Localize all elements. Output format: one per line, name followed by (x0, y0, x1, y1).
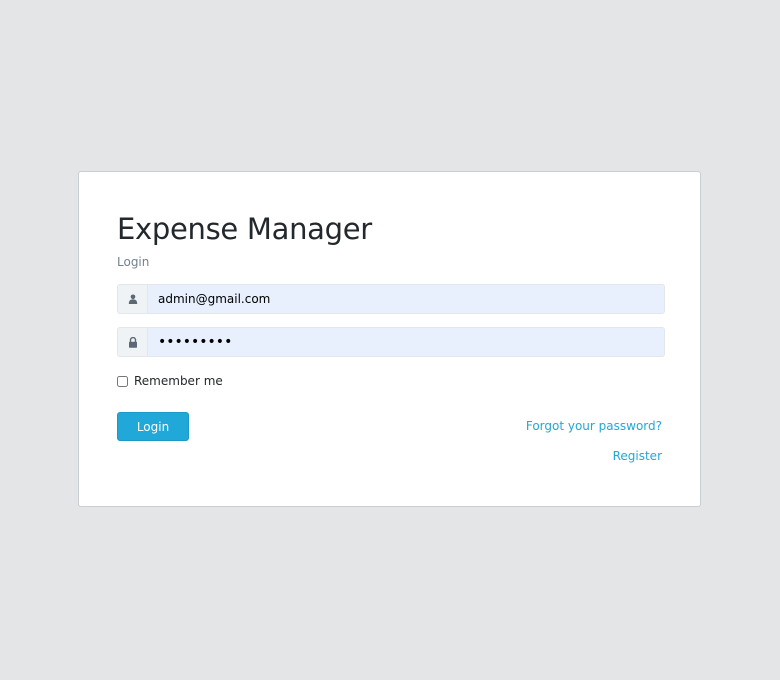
login-card: Expense Manager Login Remember me Login … (78, 171, 701, 507)
app-title: Expense Manager (117, 212, 372, 246)
password-field[interactable] (147, 327, 665, 357)
user-icon (117, 284, 147, 314)
forgot-password-link[interactable]: Forgot your password? (526, 419, 662, 433)
register-link[interactable]: Register (613, 449, 662, 463)
lock-icon (117, 327, 147, 357)
login-button[interactable]: Login (117, 412, 189, 441)
login-subtitle: Login (117, 255, 150, 269)
remember-me-label: Remember me (134, 374, 223, 388)
email-input-group (117, 284, 665, 314)
email-field[interactable] (147, 284, 665, 314)
remember-me-checkbox[interactable] (117, 375, 128, 387)
remember-me[interactable]: Remember me (117, 374, 223, 388)
password-input-group (117, 327, 665, 357)
